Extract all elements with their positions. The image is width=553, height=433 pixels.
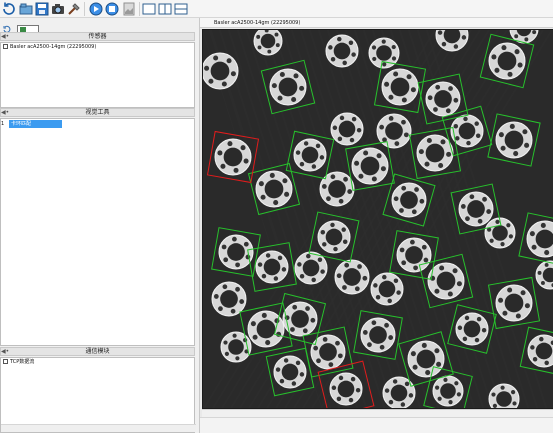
ring-part: [269, 68, 307, 106]
ring-part: [282, 301, 318, 337]
comms-list[interactable]: TCP数据流: [0, 357, 196, 433]
refresh-icon[interactable]: [1, 1, 17, 17]
ring-part: [330, 112, 364, 146]
vision-tool-item[interactable]: 1 卡环匹配: [1, 120, 62, 128]
camera-scrollbar[interactable]: [202, 409, 553, 417]
run-icon[interactable]: [88, 1, 104, 17]
toolbar: [0, 0, 553, 18]
camera-window-title: Basler acA2500-14gm (22295009): [200, 18, 553, 35]
ring-part: [273, 355, 307, 389]
camera-image[interactable]: [202, 29, 553, 409]
sensor-item[interactable]: Basler acA2500-14gm (22295009): [3, 43, 96, 51]
panel-tab-icon[interactable]: [17, 19, 39, 34]
vision-tool-label: 卡环匹配: [11, 121, 32, 127]
camera-view[interactable]: [202, 29, 553, 409]
ring-part: [351, 147, 389, 185]
ring-part: [495, 284, 533, 322]
ring-part: [381, 68, 419, 106]
ring-part: [488, 42, 526, 80]
save-icon[interactable]: [34, 1, 50, 17]
sensor-section-title: 传感器: [88, 33, 107, 40]
sensor-section-header: ◀• 传感器: [0, 32, 195, 41]
vision-tool-prefix: 1: [1, 120, 9, 128]
vision-tools-header: ◀• 视觉工具: [0, 108, 195, 117]
ring-part: [319, 171, 355, 207]
camera-title-text: Basler acA2500-14gm (22295009): [214, 20, 301, 26]
ring-part: [432, 375, 464, 407]
ring-part: [458, 191, 494, 227]
ring-part: [334, 259, 370, 295]
vision-tools-title: 视觉工具: [85, 109, 110, 116]
stop-icon[interactable]: [104, 1, 120, 17]
ring-part: [211, 281, 247, 317]
tools-icon[interactable]: [66, 1, 82, 17]
status-bar: [200, 417, 553, 433]
left-tabstrip: [0, 18, 197, 34]
ring-part: [214, 138, 252, 176]
comms-scrollbar[interactable]: [1, 424, 196, 432]
ring-part: [425, 81, 461, 117]
ring-part: [360, 317, 396, 353]
comms-item[interactable]: TCP数据流: [3, 358, 34, 366]
ring-part: [202, 52, 239, 90]
layout-single-icon[interactable]: [141, 1, 157, 17]
layout-stack-icon[interactable]: [173, 1, 189, 17]
comms-section-title: 通信模块: [85, 348, 110, 355]
vision-tools-list[interactable]: 1 卡环匹配: [0, 118, 195, 346]
ring-part: [455, 312, 489, 346]
layout-split-icon[interactable]: [157, 1, 173, 17]
sync-icon[interactable]: [2, 19, 13, 33]
sensor-item-label: Basler acA2500-14gm (22295009): [10, 44, 97, 50]
ring-part: [407, 340, 445, 378]
ring-part: [391, 182, 427, 218]
ring-part: [488, 383, 520, 409]
gallery-icon[interactable]: [121, 1, 137, 17]
network-node-icon: [3, 359, 8, 364]
camera-icon[interactable]: [50, 1, 66, 17]
ring-part: [495, 121, 533, 159]
ring-part: [253, 29, 283, 56]
ring-part: [329, 372, 363, 406]
ring-part: [382, 376, 416, 409]
app-window: ◀• 传感器 Basler acA2500-14gm (22295009) ◀•…: [0, 0, 553, 433]
ring-part: [294, 251, 328, 285]
ring-part: [220, 331, 252, 363]
ring-part: [325, 34, 359, 68]
ring-part: [255, 170, 293, 208]
ring-part: [255, 250, 289, 284]
ring-part: [317, 220, 351, 254]
window-icon: [202, 20, 210, 35]
ring-part: [416, 134, 454, 172]
comms-item-label: TCP数据流: [10, 359, 35, 365]
sensor-list[interactable]: Basler acA2500-14gm (22295009): [0, 42, 195, 108]
open-icon[interactable]: [18, 1, 34, 17]
ring-part: [293, 138, 327, 172]
camera-node-icon: [3, 44, 8, 49]
ring-part: [370, 272, 404, 306]
ring-part: [396, 237, 432, 273]
left-panel: ◀• 传感器 Basler acA2500-14gm (22295009) ◀•…: [0, 18, 197, 433]
camera-panel: Basler acA2500-14gm (22295009): [199, 18, 553, 433]
comms-section-header: ◀• 通信模块: [0, 347, 195, 356]
